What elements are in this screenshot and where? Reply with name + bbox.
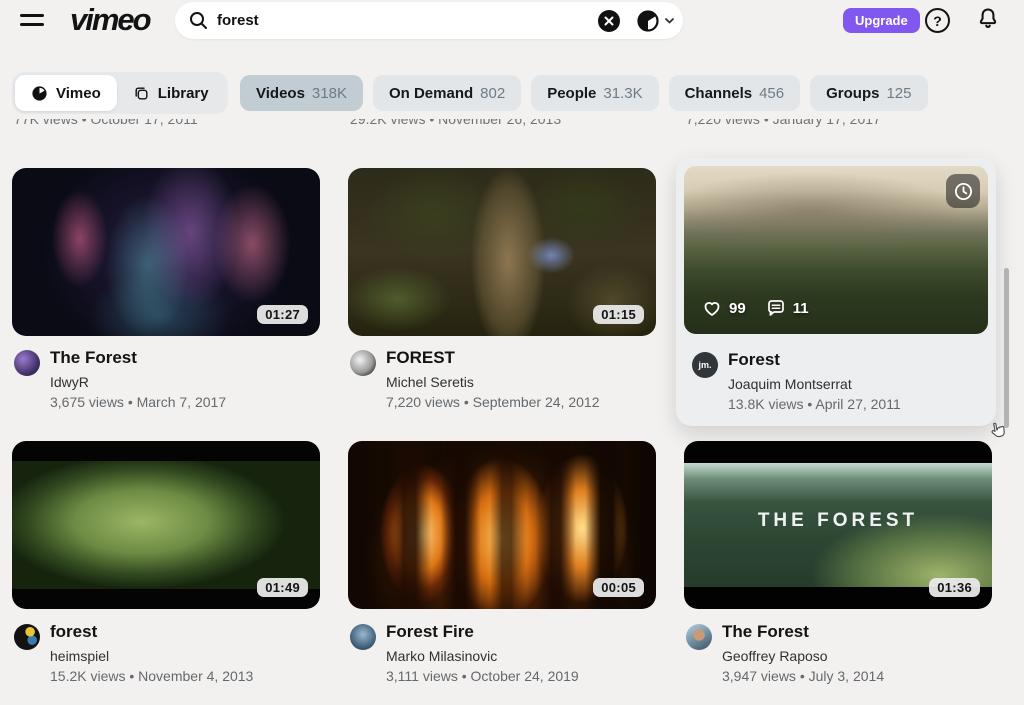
heart-icon bbox=[702, 298, 722, 318]
tab-people[interactable]: People 31.3K bbox=[531, 75, 658, 111]
avatar[interactable] bbox=[686, 624, 712, 650]
video-title[interactable]: FOREST bbox=[386, 348, 455, 368]
tab-label: Videos bbox=[256, 85, 305, 102]
page: vimeo Upgrade ? Vimeo Library bbox=[0, 0, 1024, 705]
tab-groups[interactable]: Groups 125 bbox=[810, 75, 927, 111]
video-thumbnail[interactable]: 01:27 bbox=[12, 168, 320, 336]
tab-count: 31.3K bbox=[603, 85, 642, 102]
video-author[interactable]: Geoffrey Raposo bbox=[722, 648, 828, 664]
tab-label: Groups bbox=[826, 85, 879, 102]
comments-count: 11 bbox=[793, 300, 809, 317]
duration-badge: 01:49 bbox=[257, 578, 308, 597]
avatar[interactable]: jm. bbox=[692, 352, 718, 378]
library-icon bbox=[133, 85, 150, 102]
chevron-down-icon bbox=[666, 19, 673, 23]
tab-label: People bbox=[547, 85, 596, 102]
video-views-date: 15.2K views • November 4, 2013 bbox=[50, 668, 253, 684]
thumbnail-stats: 99 11 bbox=[702, 298, 809, 318]
scrollbar[interactable] bbox=[1004, 268, 1009, 428]
video-thumbnail[interactable]: THE FOREST 01:36 bbox=[684, 441, 992, 609]
thumbnail-overlay-text: THE FOREST bbox=[684, 510, 992, 532]
avatar[interactable] bbox=[350, 350, 376, 376]
video-views-date: 3,111 views • October 24, 2019 bbox=[386, 668, 579, 684]
duration-badge: 01:36 bbox=[929, 578, 980, 597]
watch-later-icon[interactable] bbox=[946, 174, 980, 208]
globe-icon bbox=[637, 9, 677, 33]
search-bar bbox=[175, 2, 683, 39]
video-title[interactable]: The Forest bbox=[50, 348, 137, 368]
clipped-meta: 7,220 views • January 17, 2017 bbox=[686, 119, 881, 127]
video-views-date: 3,675 views • March 7, 2017 bbox=[50, 394, 226, 410]
tab-on-demand[interactable]: On Demand 802 bbox=[373, 75, 521, 111]
vimeo-logo[interactable]: vimeo bbox=[70, 2, 150, 38]
notifications-bell-icon[interactable] bbox=[974, 6, 1002, 34]
likes-stat: 99 bbox=[702, 298, 746, 318]
tab-label: Channels bbox=[685, 85, 753, 102]
video-author[interactable]: IdwyR bbox=[50, 374, 89, 390]
tab-channels[interactable]: Channels 456 bbox=[669, 75, 801, 111]
result-tabs: Videos 318K On Demand 802 People 31.3K C… bbox=[240, 75, 928, 111]
video-author[interactable]: heimspiel bbox=[50, 648, 109, 664]
video-thumbnail[interactable]: 00:05 bbox=[348, 441, 656, 609]
video-author[interactable]: Michel Seretis bbox=[386, 374, 474, 390]
tab-count: 318K bbox=[312, 85, 347, 102]
video-thumbnail[interactable]: 99 11 bbox=[684, 166, 988, 334]
scope-toggle: Vimeo Library bbox=[12, 72, 228, 114]
duration-badge: 00:05 bbox=[593, 578, 644, 597]
video-title[interactable]: Forest Fire bbox=[386, 622, 474, 642]
menu-icon[interactable] bbox=[18, 11, 46, 31]
video-views-date: 7,220 views • September 24, 2012 bbox=[386, 394, 599, 410]
tab-count: 456 bbox=[759, 85, 784, 102]
avatar[interactable] bbox=[350, 624, 376, 650]
clipped-result-meta-row: 77K views • October 17, 2011 29.2K views… bbox=[0, 119, 1024, 131]
globe-icon bbox=[31, 85, 48, 102]
video-author[interactable]: Joaquim Montserrat bbox=[728, 376, 852, 392]
comment-icon bbox=[766, 298, 786, 318]
hand-cursor-icon bbox=[986, 418, 1012, 448]
search-icon bbox=[189, 11, 208, 30]
search-scope-dropdown[interactable] bbox=[637, 9, 677, 33]
duration-badge: 01:15 bbox=[593, 305, 644, 324]
avatar[interactable] bbox=[14, 624, 40, 650]
video-card-hovered[interactable]: 99 11 jm. Forest Joaquim Montserrat 13.8… bbox=[676, 158, 996, 426]
avatar[interactable] bbox=[14, 350, 40, 376]
video-title[interactable]: The Forest bbox=[722, 622, 809, 642]
video-thumbnail[interactable]: 01:49 bbox=[12, 441, 320, 609]
clipped-meta: 77K views • October 17, 2011 bbox=[14, 119, 198, 127]
tab-count: 125 bbox=[886, 85, 911, 102]
video-views-date: 3,947 views • July 3, 2014 bbox=[722, 668, 884, 684]
tab-label: On Demand bbox=[389, 85, 473, 102]
video-views-date: 13.8K views • April 27, 2011 bbox=[728, 396, 901, 412]
search-input[interactable] bbox=[217, 2, 567, 39]
likes-count: 99 bbox=[729, 300, 746, 317]
clipped-meta: 29.2K views • November 26, 2013 bbox=[350, 119, 561, 127]
scope-option-library[interactable]: Library bbox=[117, 75, 225, 111]
video-thumbnail[interactable]: 01:15 bbox=[348, 168, 656, 336]
tab-count: 802 bbox=[480, 85, 505, 102]
help-icon[interactable]: ? bbox=[925, 8, 950, 33]
scope-option-label: Vimeo bbox=[56, 85, 101, 102]
video-author[interactable]: Marko Milasinovic bbox=[386, 648, 497, 664]
scope-option-vimeo[interactable]: Vimeo bbox=[15, 75, 117, 111]
comments-stat: 11 bbox=[766, 298, 809, 318]
duration-badge: 01:27 bbox=[257, 305, 308, 324]
clear-search-icon[interactable] bbox=[598, 10, 620, 32]
video-title[interactable]: Forest bbox=[728, 350, 780, 370]
video-title[interactable]: forest bbox=[50, 622, 97, 642]
scope-option-label: Library bbox=[158, 85, 209, 102]
upgrade-button[interactable]: Upgrade bbox=[843, 8, 920, 33]
tab-videos[interactable]: Videos 318K bbox=[240, 75, 363, 111]
